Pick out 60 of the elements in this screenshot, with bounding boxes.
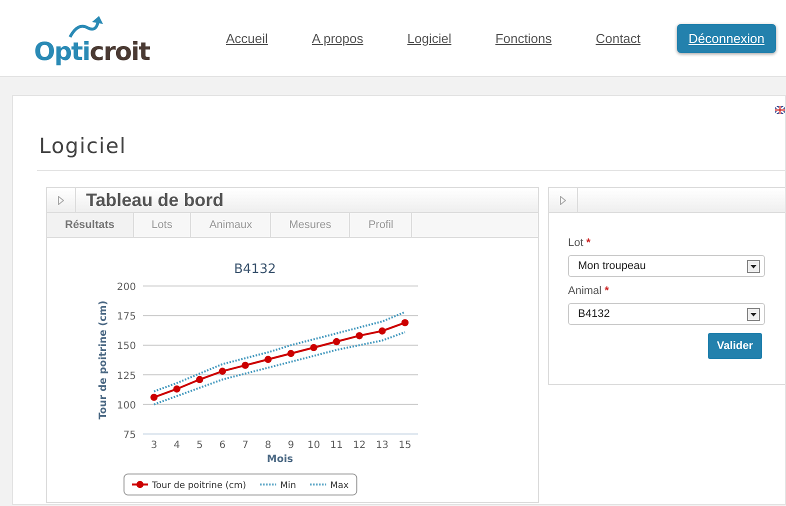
data-point	[356, 332, 363, 340]
nav-link[interactable]: Logiciel	[407, 30, 452, 46]
axis-tick-label: 125	[116, 370, 136, 382]
axis-tick-label: 11	[330, 440, 343, 452]
axis-tick-label: 13	[376, 440, 389, 452]
flag-icon[interactable]	[775, 106, 785, 114]
submit-button[interactable]: Valider	[708, 333, 762, 360]
arrow-icon	[68, 16, 104, 38]
panel-title: Tableau de bord	[85, 190, 224, 211]
logo-text: Opticroit	[34, 38, 150, 66]
axis-tick-label: 8	[264, 440, 272, 452]
data-point	[242, 362, 249, 369]
data-point	[196, 376, 204, 384]
data-point	[310, 344, 318, 352]
axis-tick-label: 6	[219, 440, 226, 452]
data-point	[218, 368, 226, 375]
axis-tick-label: 200	[116, 282, 136, 294]
nav-link[interactable]: A propos	[312, 30, 364, 46]
legend-line-icon	[260, 484, 276, 486]
legend-label: Min	[280, 481, 296, 492]
axis-tick-label: 12	[353, 440, 366, 452]
axis-tick-label: 4	[174, 440, 180, 452]
dropdown[interactable]: Mon troupeau	[568, 255, 765, 278]
logout-button[interactable]: Déconnexion	[676, 24, 776, 52]
required-mark: *	[604, 285, 609, 298]
data-point	[378, 327, 386, 335]
dropdown[interactable]: B4132	[568, 303, 765, 326]
axis-tick-label: 5	[196, 440, 203, 452]
chart-title: B4132	[234, 262, 276, 278]
legend-label: Tour de poitrine (cm)	[152, 481, 246, 492]
axis-tick-label: 75	[123, 430, 136, 442]
caret-icon[interactable]	[747, 260, 760, 273]
data-point	[401, 319, 409, 326]
data-point	[287, 350, 294, 358]
data-point	[173, 385, 180, 393]
tab[interactable]: Résultats	[47, 213, 134, 238]
legend-label: Max	[330, 481, 349, 492]
field-label: Lot	[568, 237, 584, 250]
axis-tick-label: 100	[116, 400, 136, 412]
axis-tick-label: 10	[307, 440, 320, 452]
nav-link[interactable]: Accueil	[226, 30, 268, 46]
page-title: Logiciel	[37, 110, 785, 172]
axis-tick-label: 175	[116, 312, 136, 323]
required-mark: *	[586, 237, 591, 250]
data-point	[332, 338, 340, 346]
axis-tick-label: 9	[288, 440, 294, 452]
legend-line-icon	[310, 484, 326, 486]
axis-title: Tour de poitrine (cm)	[98, 300, 109, 420]
axis-tick-label: 15	[398, 440, 412, 452]
field-label: Animal	[568, 285, 602, 298]
nav-link[interactable]: Contact	[596, 30, 641, 46]
nav-link[interactable]: Fonctions	[495, 30, 552, 46]
legend-marker-icon	[132, 480, 148, 488]
caret-icon[interactable]	[747, 308, 760, 321]
axis-tick-label: 150	[116, 341, 136, 352]
axis-tick-label: 3	[150, 440, 158, 452]
data-point	[150, 394, 158, 401]
data-point	[264, 356, 272, 364]
axis-title: Mois	[266, 454, 294, 466]
axis-tick-label: 7	[242, 440, 248, 452]
